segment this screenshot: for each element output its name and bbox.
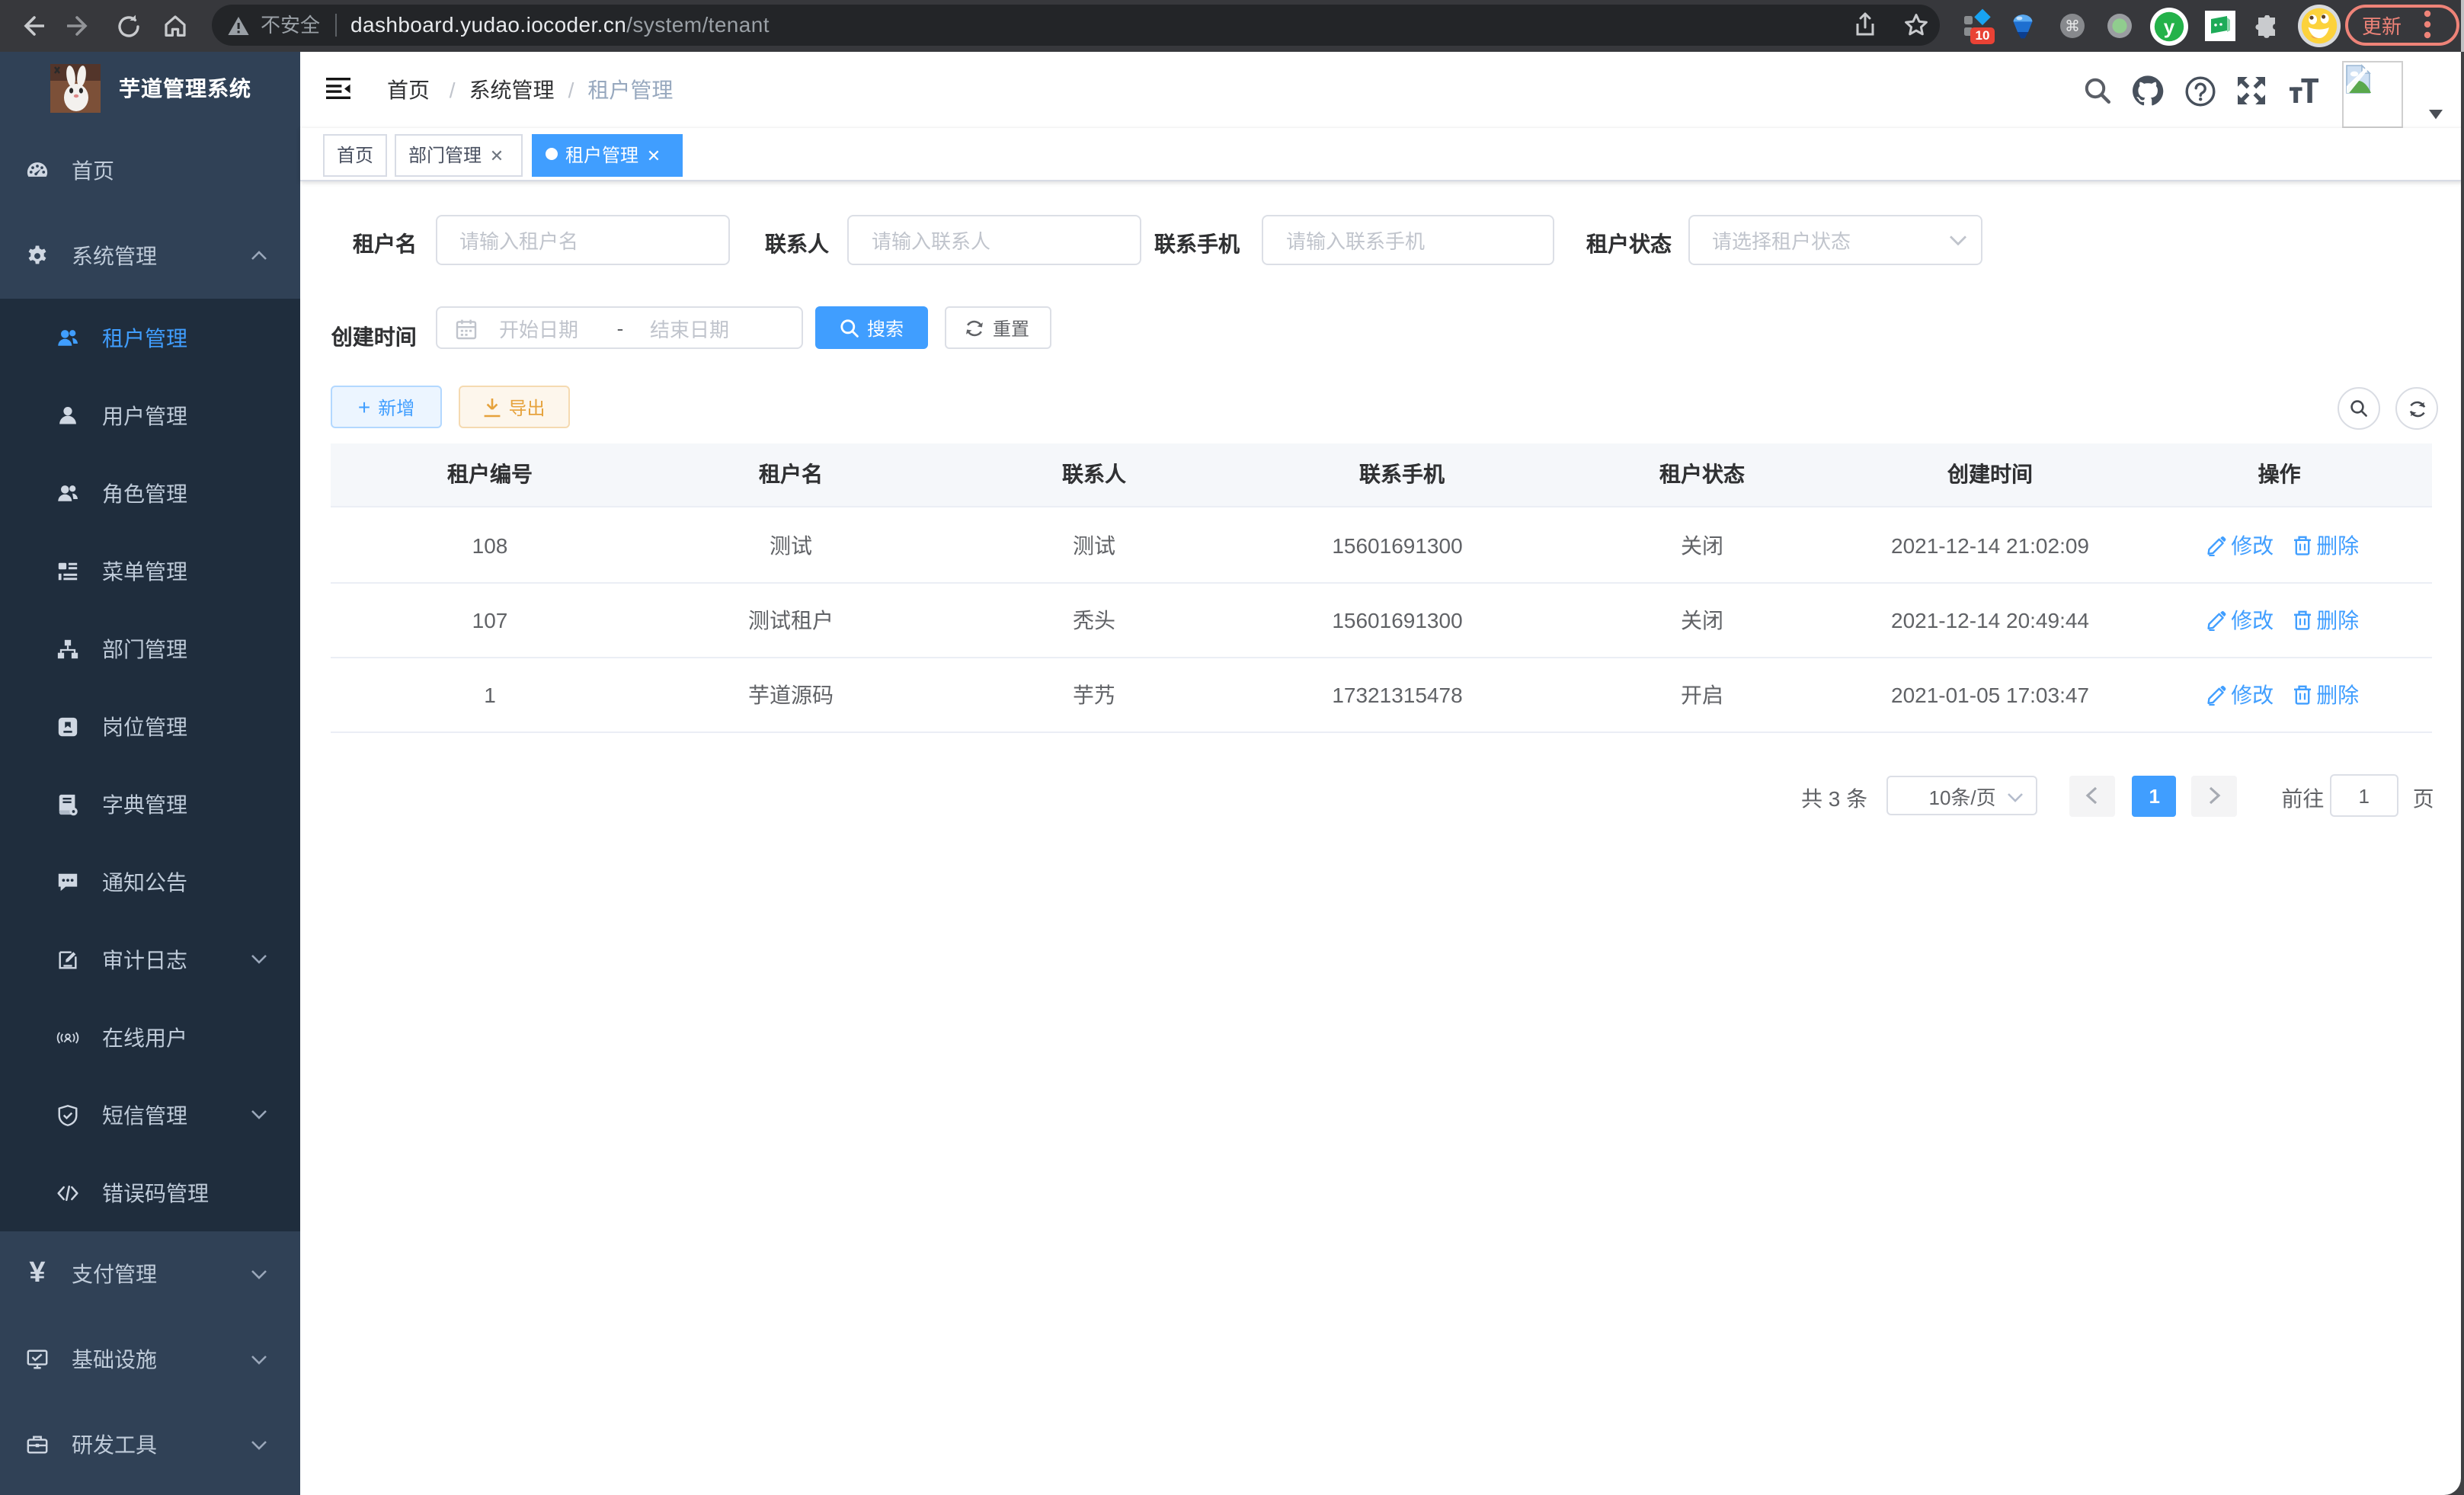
svg-text:⌘: ⌘ bbox=[2064, 18, 2079, 35]
svg-text:y: y bbox=[2163, 14, 2174, 37]
